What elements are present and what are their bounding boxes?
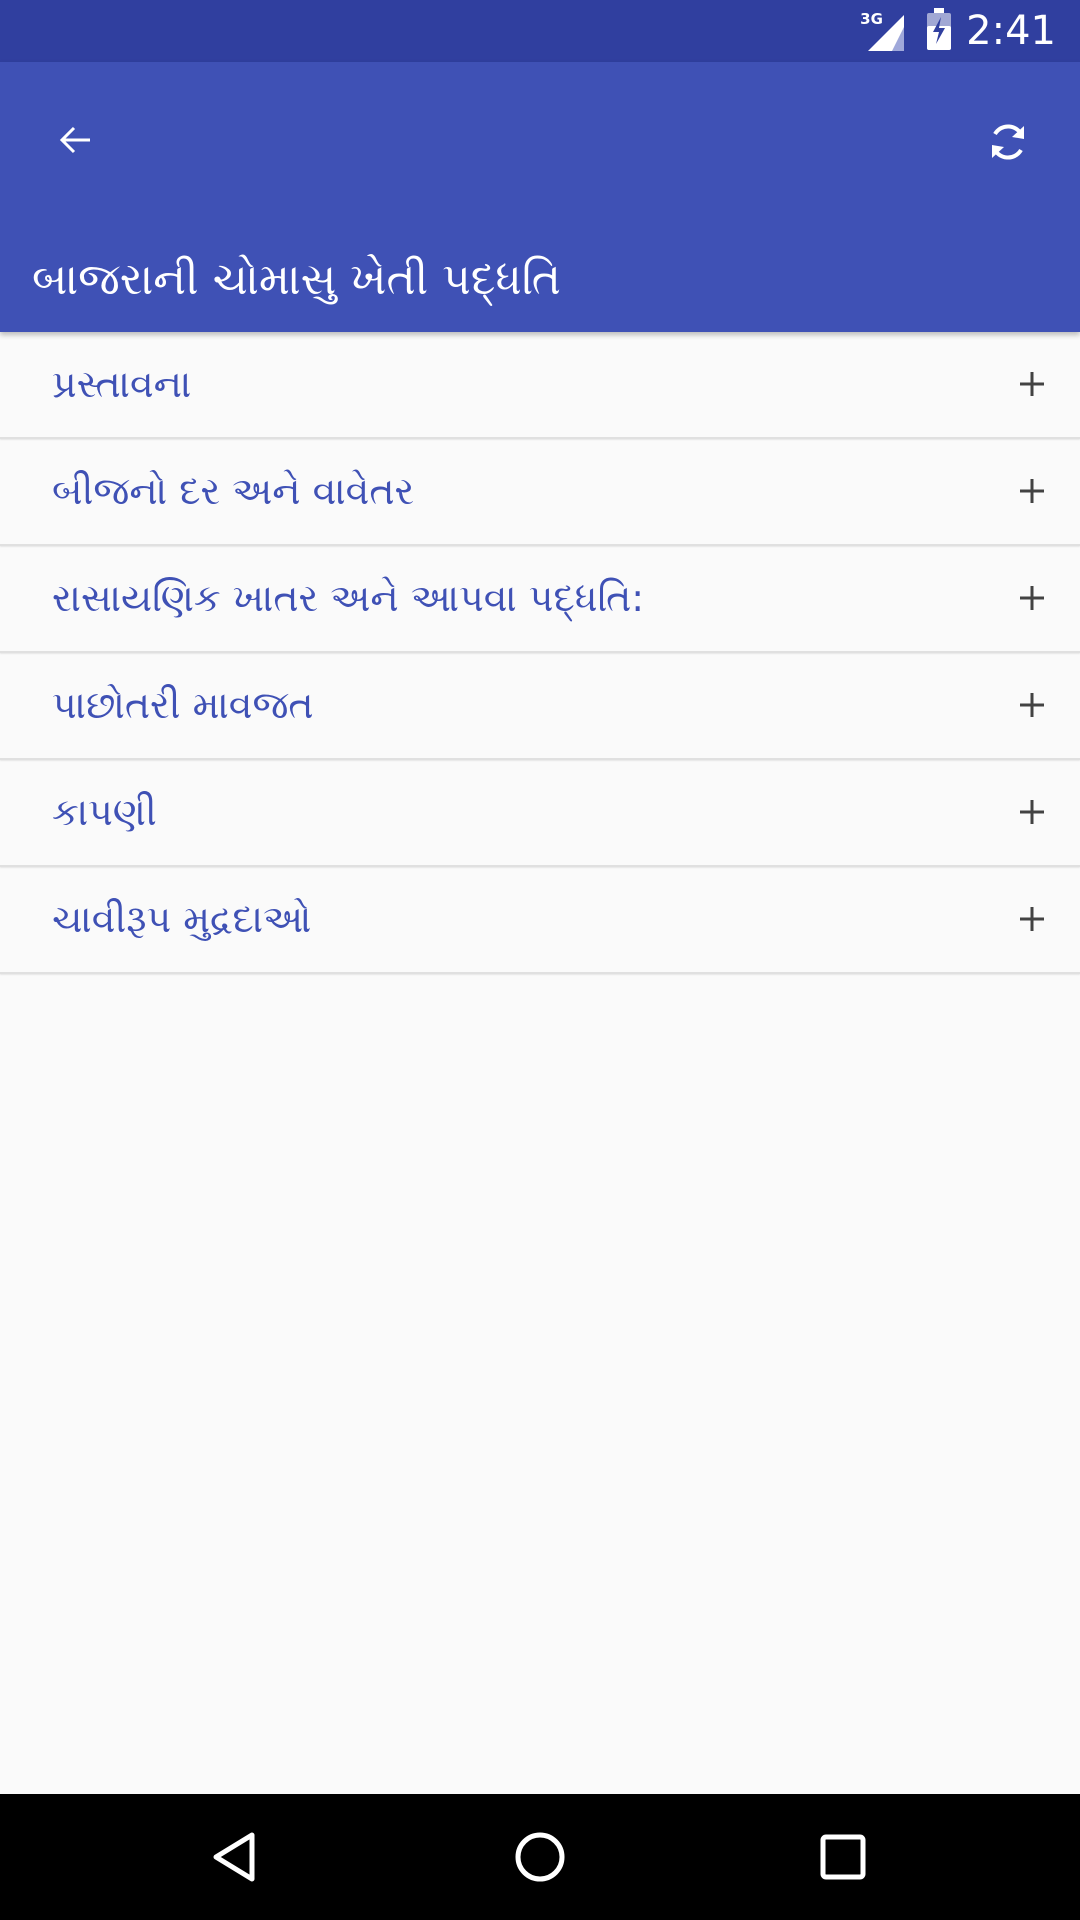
page-title: બાજરાની ચોમાસુ ખેતી પદ્ધતિ (32, 254, 561, 305)
battery-charging-icon (926, 8, 952, 54)
plus-icon[interactable] (1010, 469, 1054, 513)
nav-back-button[interactable] (196, 1817, 276, 1897)
signal-icon: 3G (860, 11, 908, 51)
section-item-aftercare[interactable]: પાછોતરી માવજત (0, 653, 1080, 760)
navigation-bar (0, 1794, 1080, 1920)
plus-icon[interactable] (1010, 362, 1054, 406)
home-circle-icon (515, 1832, 565, 1882)
nav-recents-button[interactable] (803, 1817, 883, 1897)
section-label: પ્રસ્તાવના (52, 362, 192, 406)
plus-icon[interactable] (1010, 576, 1054, 620)
section-item-introduction[interactable]: પ્રસ્તાવના (0, 332, 1080, 439)
plus-icon[interactable] (1010, 683, 1054, 727)
nav-home-button[interactable] (500, 1817, 580, 1897)
section-label: બીજનો દર અને વાવેતર (52, 469, 415, 513)
back-button[interactable] (46, 110, 106, 170)
refresh-button[interactable] (976, 110, 1040, 174)
section-label: પાછોતરી માવજત (52, 683, 314, 727)
section-label: કાપણી (52, 790, 157, 834)
section-item-key-points[interactable]: ચાવીરૂપ મુદ્રદાઓ (0, 867, 1080, 974)
back-triangle-icon (213, 1832, 255, 1882)
arrow-left-icon (59, 126, 90, 154)
status-icons: 3G 2:41 (860, 0, 1056, 62)
section-item-chemical-fertilizer[interactable]: રાસાયણિક ખાતર અને આપવા પદ્ધતિ: (0, 546, 1080, 653)
status-bar: 3G 2:41 (0, 0, 1080, 62)
section-item-seed-rate-sowing[interactable]: બીજનો દર અને વાવેતર (0, 439, 1080, 546)
section-list: પ્રસ્તાવના બીજનો દર અને વાવેતર રાસાયણિક … (0, 332, 1080, 974)
section-item-harvesting[interactable]: કાપણી (0, 760, 1080, 867)
plus-icon[interactable] (1010, 897, 1054, 941)
section-label: ચાવીરૂપ મુદ્રદાઓ (52, 897, 312, 941)
recents-square-icon (820, 1834, 866, 1880)
clock: 2:41 (966, 8, 1056, 54)
app-bar: બાજરાની ચોમાસુ ખેતી પદ્ધતિ (0, 62, 1080, 332)
plus-icon[interactable] (1010, 790, 1054, 834)
section-label: રાસાયણિક ખાતર અને આપવા પદ્ધતિ: (52, 576, 645, 620)
refresh-icon (992, 124, 1024, 160)
